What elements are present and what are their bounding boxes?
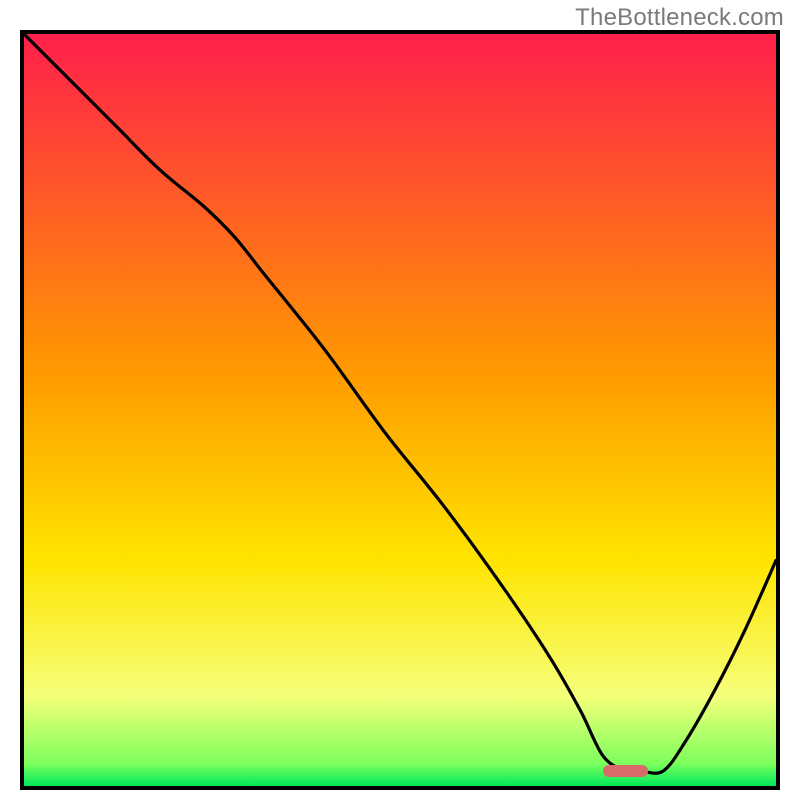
watermark-text: TheBottleneck.com: [575, 4, 784, 32]
optimal-range-marker: [603, 765, 648, 777]
chart-canvas: [24, 34, 776, 786]
